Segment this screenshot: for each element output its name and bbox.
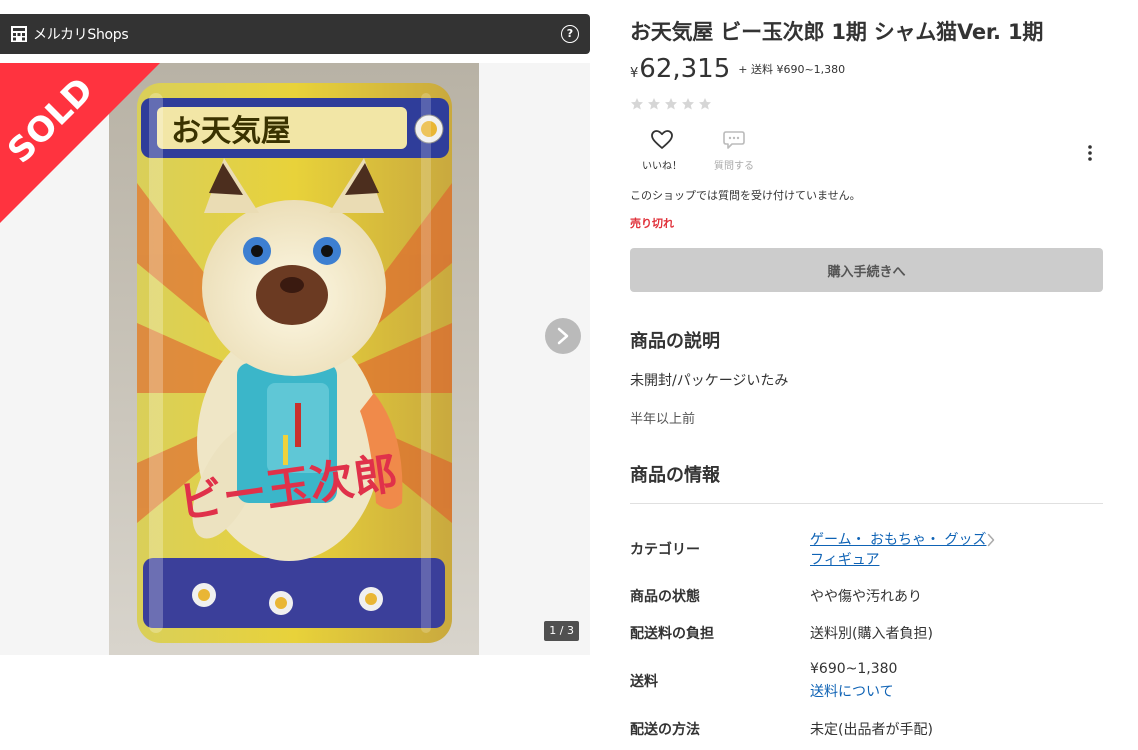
shipping-fee-label: 送料 — [630, 674, 658, 690]
shipping-payer-label: 配送料の負担 — [630, 626, 714, 642]
sold-status: 売り切れ — [630, 217, 674, 230]
shipping-method-value: 未定(出品者が手配) — [810, 722, 933, 738]
shop-logo-icon — [11, 26, 27, 42]
chat-bubble-icon — [723, 131, 745, 149]
description-text: 未開封/パッケージいたみ — [630, 373, 789, 389]
condition-label: 商品の状態 — [630, 589, 700, 605]
star-icon — [699, 98, 711, 110]
category-link-figure[interactable]: フィギュア — [810, 549, 879, 569]
category-link-toys[interactable]: ゲーム・ おもちゃ・ グッズ — [810, 529, 986, 549]
shipping-method-label: 配送の方法 — [630, 722, 700, 738]
help-icon[interactable]: ? — [561, 25, 579, 43]
chevron-right-icon — [557, 327, 569, 345]
price-row: ¥ 62,315 + 送料 ¥690~1,380 — [630, 54, 845, 84]
item-title: お天気屋 ビー玉次郎 1期 シャム猫Ver. 1期 — [630, 20, 1044, 44]
shipping-fee-value: ¥690~1,380 — [810, 661, 898, 677]
ask-label: 質問する — [714, 161, 754, 172]
star-icon — [682, 98, 694, 110]
chevron-right-icon[interactable] — [987, 533, 995, 547]
category-label: カテゴリー — [630, 542, 700, 558]
more-vertical-icon[interactable] — [1087, 144, 1093, 162]
shop-bar[interactable]: メルカリShops ? — [0, 14, 590, 54]
posted-time: 半年以上前 — [630, 412, 696, 427]
description-heading: 商品の説明 — [630, 331, 720, 352]
product-photo: お天気屋 ビー玉次郎 — [109, 63, 479, 655]
price: 62,315 — [639, 54, 731, 84]
next-image-button[interactable] — [545, 318, 581, 354]
like-label: いいね！ — [642, 161, 682, 172]
shipping-note: + 送料 ¥690~1,380 — [738, 63, 846, 76]
box-header-text: お天気屋 — [171, 114, 291, 149]
purchase-button[interactable]: 購入手続きへ — [630, 248, 1103, 292]
item-actions: いいね！ 質問する — [630, 130, 1103, 178]
product-gallery[interactable]: お天気屋 ビー玉次郎 SOLD 1 / 3 — [0, 63, 590, 655]
heart-icon — [651, 130, 673, 149]
star-icon — [648, 98, 660, 110]
image-page-indicator: 1 / 3 — [544, 621, 579, 641]
ask-question-button[interactable]: 質問する — [710, 130, 758, 172]
divider — [630, 503, 1103, 504]
shipping-payer-value: 送料別(購入者負担) — [810, 626, 933, 642]
info-heading: 商品の情報 — [630, 465, 720, 486]
star-icon — [631, 98, 643, 110]
sold-ribbon: SOLD — [0, 63, 160, 223]
star-icon — [665, 98, 677, 110]
like-button[interactable]: いいね！ — [638, 130, 686, 172]
price-currency: ¥ — [630, 66, 639, 81]
shipping-fee-info-link[interactable]: 送料について — [810, 681, 894, 701]
shop-name: メルカリShops — [33, 27, 129, 43]
no-questions-note: このショップでは質問を受け付けていません。 — [630, 189, 861, 202]
rating-stars — [630, 97, 712, 111]
condition-value: やや傷や汚れあり — [810, 589, 922, 605]
